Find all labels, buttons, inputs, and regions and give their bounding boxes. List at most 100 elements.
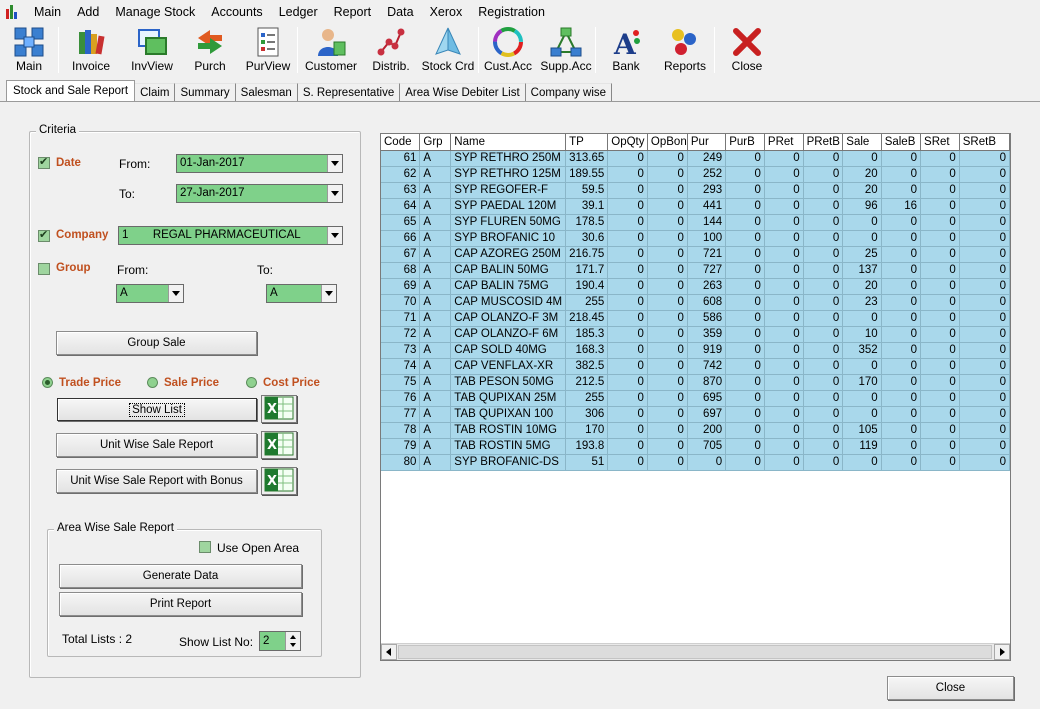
table-cell-pretb[interactable]: 0 bbox=[803, 278, 844, 295]
table-cell-pret[interactable]: 0 bbox=[764, 278, 804, 295]
table-cell-pret[interactable]: 0 bbox=[764, 214, 804, 231]
table-cell-opbon[interactable]: 0 bbox=[647, 358, 688, 375]
table-cell-saleb[interactable]: 0 bbox=[881, 358, 922, 375]
table-cell-code[interactable]: 63 bbox=[381, 182, 421, 199]
table-cell-sale[interactable]: 170 bbox=[842, 374, 882, 391]
table-cell-pretb[interactable]: 0 bbox=[803, 358, 844, 375]
table-cell-sret[interactable]: 0 bbox=[920, 374, 960, 391]
table-cell-sret[interactable]: 0 bbox=[920, 198, 960, 215]
table-cell-opqty[interactable]: 0 bbox=[607, 422, 648, 439]
table-cell-sretb[interactable]: 0 bbox=[959, 342, 1010, 359]
table-cell-pretb[interactable]: 0 bbox=[803, 374, 844, 391]
table-cell-opqty[interactable]: 0 bbox=[607, 454, 648, 471]
table-cell-name[interactable]: CAP MUSCOSID 4M bbox=[450, 294, 567, 311]
table-cell-sret[interactable]: 0 bbox=[920, 438, 960, 455]
table-cell-pretb[interactable]: 0 bbox=[803, 246, 844, 263]
table-cell-opqty[interactable]: 0 bbox=[607, 246, 648, 263]
table-row[interactable]: 63 A SYP REGOFER-F 59.5 0 0 293 0 0 0 20 0 0 0 bbox=[381, 182, 1010, 199]
table-cell-opbon[interactable]: 0 bbox=[647, 182, 688, 199]
table-cell-pretb[interactable]: 0 bbox=[803, 454, 844, 471]
menu-ledger[interactable]: Ledger bbox=[271, 0, 326, 24]
table-row[interactable]: 66 A SYP BROFANIC 10 30.6 0 0 100 0 0 0 0 0 0 0 bbox=[381, 230, 1010, 247]
table-cell-sale[interactable]: 0 bbox=[842, 406, 882, 423]
column-header-saleb[interactable]: SaleB bbox=[881, 134, 922, 151]
table-cell-opbon[interactable]: 0 bbox=[647, 294, 688, 311]
table-cell-pur[interactable]: 252 bbox=[687, 166, 727, 183]
table-cell-code[interactable]: 73 bbox=[381, 342, 421, 359]
table-cell-tp[interactable]: 255 bbox=[565, 294, 609, 311]
table-row[interactable]: 69 A CAP BALIN 75MG 190.4 0 0 263 0 0 0 20 0 0 0 bbox=[381, 278, 1010, 295]
table-cell-tp[interactable]: 185.3 bbox=[565, 326, 609, 343]
show-list-no-spinner[interactable]: 2 bbox=[259, 631, 301, 651]
table-cell-tp[interactable]: 313.65 bbox=[565, 150, 609, 167]
toolbar-reports-button[interactable]: Reports bbox=[656, 24, 714, 76]
table-cell-pur[interactable]: 359 bbox=[687, 326, 727, 343]
table-cell-sretb[interactable]: 0 bbox=[959, 198, 1010, 215]
chevron-down-icon[interactable] bbox=[327, 185, 342, 202]
close-button[interactable]: Close bbox=[887, 676, 1014, 700]
table-row[interactable]: 78 A TAB ROSTIN 10MG 170 0 0 200 0 0 0 105 0 0 0 bbox=[381, 422, 1010, 439]
table-cell-opbon[interactable]: 0 bbox=[647, 166, 688, 183]
toolbar-distrib-button[interactable]: Distrib. bbox=[364, 24, 418, 76]
table-cell-sretb[interactable]: 0 bbox=[959, 422, 1010, 439]
table-cell-grp[interactable]: A bbox=[419, 342, 452, 359]
table-cell-name[interactable]: CAP BALIN 75MG bbox=[450, 278, 567, 295]
table-cell-saleb[interactable]: 0 bbox=[881, 166, 922, 183]
table-cell-code[interactable]: 67 bbox=[381, 246, 421, 263]
table-cell-purb[interactable]: 0 bbox=[725, 246, 765, 263]
table-cell-opqty[interactable]: 0 bbox=[607, 262, 648, 279]
scroll-thumb[interactable] bbox=[398, 645, 992, 659]
table-cell-purb[interactable]: 0 bbox=[725, 374, 765, 391]
table-cell-pur[interactable]: 870 bbox=[687, 374, 727, 391]
tab-area-wise-debiter-list[interactable]: Area Wise Debiter List bbox=[400, 83, 526, 102]
toolbar-invview-button[interactable]: InvView bbox=[123, 24, 181, 76]
table-cell-code[interactable]: 61 bbox=[381, 150, 421, 167]
column-header-pret[interactable]: PRet bbox=[764, 134, 804, 151]
table-cell-grp[interactable]: A bbox=[419, 422, 452, 439]
table-cell-grp[interactable]: A bbox=[419, 406, 452, 423]
table-row[interactable]: 71 A CAP OLANZO-F 3M 218.45 0 0 586 0 0 0 0 0 0 0 bbox=[381, 310, 1010, 327]
table-cell-sale[interactable]: 119 bbox=[842, 438, 882, 455]
table-cell-sale[interactable]: 0 bbox=[842, 310, 882, 327]
table-cell-name[interactable]: CAP AZOREG 250M bbox=[450, 246, 567, 263]
table-cell-sale[interactable]: 20 bbox=[842, 278, 882, 295]
table-cell-saleb[interactable]: 0 bbox=[881, 150, 922, 167]
table-cell-opqty[interactable]: 0 bbox=[607, 182, 648, 199]
table-cell-sretb[interactable]: 0 bbox=[959, 230, 1010, 247]
column-header-sretb[interactable]: SRetB bbox=[959, 134, 1010, 151]
table-cell-name[interactable]: SYP BROFANIC-DS bbox=[450, 454, 567, 471]
table-cell-opqty[interactable]: 0 bbox=[607, 166, 648, 183]
table-cell-opqty[interactable]: 0 bbox=[607, 198, 648, 215]
tab-company-wise[interactable]: Company wise bbox=[525, 83, 613, 102]
company-checkbox[interactable] bbox=[38, 228, 50, 242]
table-row[interactable]: 62 A SYP RETHRO 125M 189.55 0 0 252 0 0 0 20 0 0 0 bbox=[381, 166, 1010, 183]
table-cell-grp[interactable]: A bbox=[419, 278, 452, 295]
table-cell-sale[interactable]: 352 bbox=[842, 342, 882, 359]
table-cell-sale[interactable]: 0 bbox=[842, 390, 882, 407]
date-from-picker[interactable]: 01-Jan-2017 bbox=[176, 154, 343, 173]
excel-export-show-list-button[interactable]: X bbox=[261, 395, 297, 423]
table-cell-tp[interactable]: 39.1 bbox=[565, 198, 609, 215]
chevron-down-icon[interactable] bbox=[327, 227, 342, 244]
table-cell-sretb[interactable]: 0 bbox=[959, 374, 1010, 391]
table-cell-pret[interactable]: 0 bbox=[764, 150, 804, 167]
table-cell-sret[interactable]: 0 bbox=[920, 310, 960, 327]
table-cell-grp[interactable]: A bbox=[419, 246, 452, 263]
spinner-arrows-icon[interactable] bbox=[285, 632, 300, 650]
table-cell-code[interactable]: 75 bbox=[381, 374, 421, 391]
horizontal-scrollbar[interactable] bbox=[381, 643, 1010, 660]
menu-data[interactable]: Data bbox=[379, 0, 421, 24]
table-cell-grp[interactable]: A bbox=[419, 166, 452, 183]
generate-data-button[interactable]: Generate Data bbox=[59, 564, 302, 588]
table-cell-code[interactable]: 66 bbox=[381, 230, 421, 247]
table-cell-grp[interactable]: A bbox=[419, 214, 452, 231]
table-cell-tp[interactable]: 168.3 bbox=[565, 342, 609, 359]
toolbar-customer-button[interactable]: Customer bbox=[298, 24, 364, 76]
group-from-select[interactable]: A bbox=[116, 284, 184, 303]
table-cell-pur[interactable]: 697 bbox=[687, 406, 727, 423]
table-cell-code[interactable]: 71 bbox=[381, 310, 421, 327]
table-cell-sale[interactable]: 0 bbox=[842, 230, 882, 247]
column-header-grp[interactable]: Grp bbox=[419, 134, 452, 151]
table-cell-pretb[interactable]: 0 bbox=[803, 294, 844, 311]
table-cell-saleb[interactable]: 0 bbox=[881, 182, 922, 199]
